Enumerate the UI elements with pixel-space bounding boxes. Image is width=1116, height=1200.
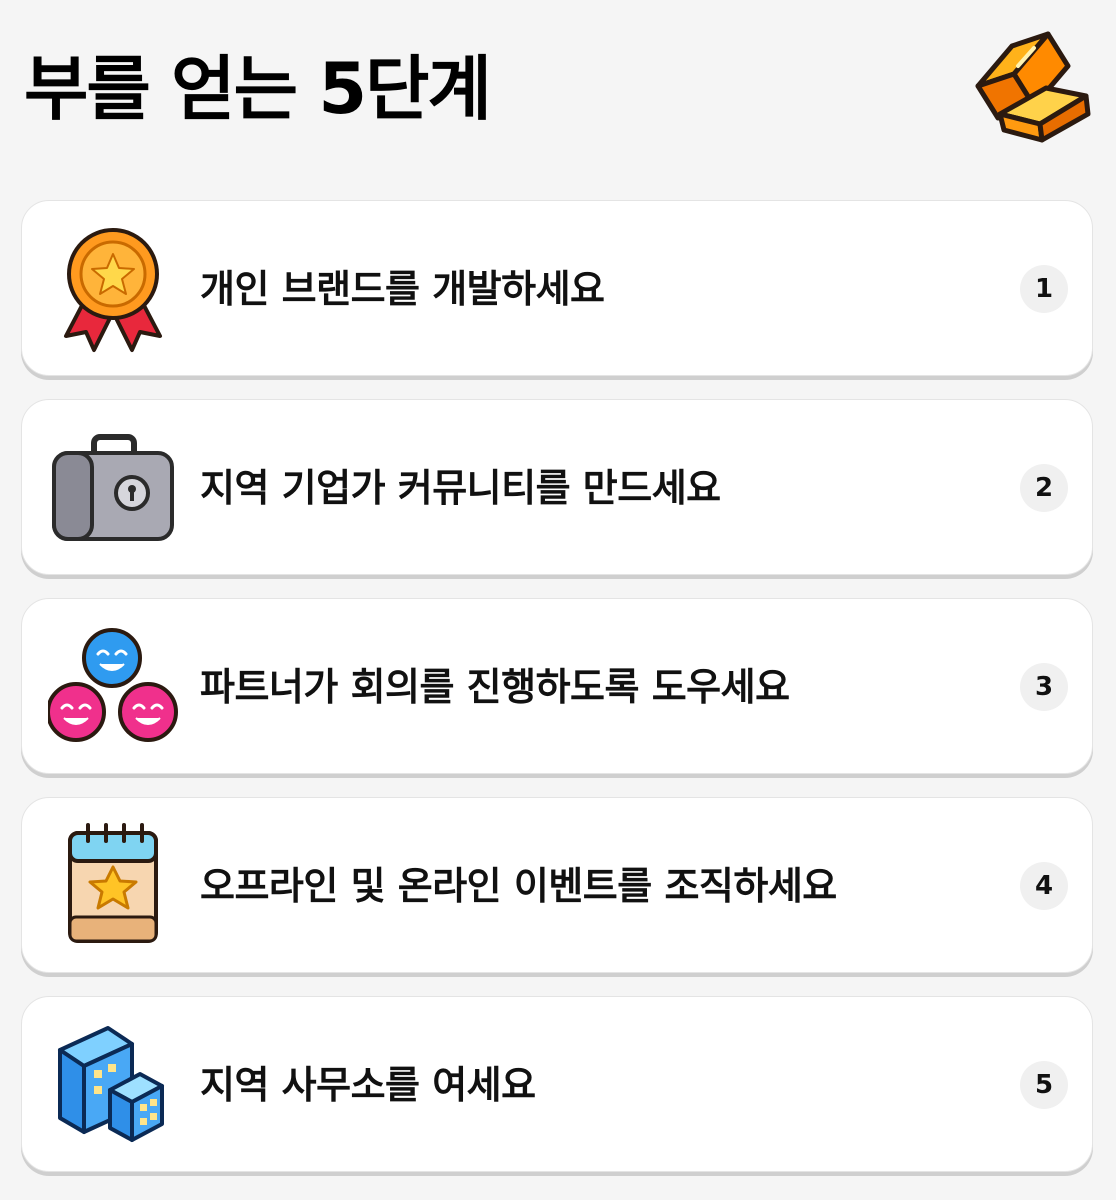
calendar-icon xyxy=(48,821,178,951)
medal-icon xyxy=(48,224,178,354)
step-card-3[interactable]: 파트너가 회의를 진행하도록 도우세요 3 xyxy=(21,598,1093,774)
steps-list: 개인 브랜드를 개발하세요 1 지역 기업가 커뮤니티를 만드세요 2 파트너가… xyxy=(21,200,1095,1195)
step-label: 개인 브랜드를 개발하세요 xyxy=(200,267,605,311)
step-label: 지역 사무소를 여세요 xyxy=(200,1063,536,1107)
step-card-2[interactable]: 지역 기업가 커뮤니티를 만드세요 2 xyxy=(21,399,1093,575)
briefcase-icon xyxy=(48,423,178,553)
header: 부를 얻는 5단계 xyxy=(0,0,1116,180)
gold-bars-icon xyxy=(960,26,1094,150)
office-building-icon xyxy=(48,1020,178,1150)
step-card-1[interactable]: 개인 브랜드를 개발하세요 1 xyxy=(21,200,1093,376)
page-title: 부를 얻는 5단계 xyxy=(24,48,492,130)
step-card-5[interactable]: 지역 사무소를 여세요 5 xyxy=(21,996,1093,1172)
step-card-4[interactable]: 오프라인 및 온라인 이벤트를 조직하세요 4 xyxy=(21,797,1093,973)
people-group-icon xyxy=(48,622,178,752)
step-number-badge: 4 xyxy=(1020,862,1068,910)
step-number-badge: 1 xyxy=(1020,265,1068,313)
step-label: 파트너가 회의를 진행하도록 도우세요 xyxy=(200,665,790,709)
step-label: 오프라인 및 온라인 이벤트를 조직하세요 xyxy=(200,864,837,908)
step-number-badge: 5 xyxy=(1020,1061,1068,1109)
step-number-badge: 3 xyxy=(1020,663,1068,711)
step-label: 지역 기업가 커뮤니티를 만드세요 xyxy=(200,466,721,510)
step-number-badge: 2 xyxy=(1020,464,1068,512)
